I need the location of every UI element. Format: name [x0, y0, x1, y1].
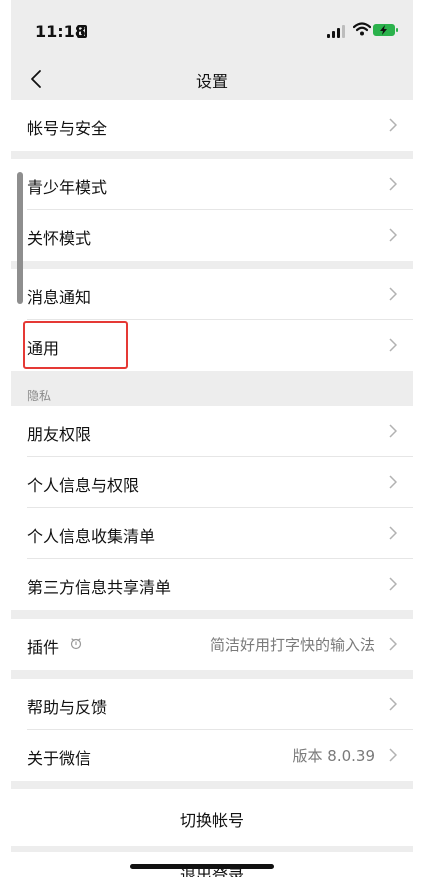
settings-row-teen-mode[interactable]: 青少年模式	[11, 159, 413, 210]
chevron-right-icon	[389, 228, 397, 242]
row-label: 关怀模式	[27, 229, 92, 248]
home-indicator	[130, 864, 274, 869]
row-label: 个人信息收集清单	[27, 527, 156, 546]
row-label: 第三方信息共享清单	[27, 578, 172, 597]
switch-account-button[interactable]: 切换帐号	[11, 789, 413, 846]
chevron-right-icon	[389, 338, 397, 352]
navigation-bar: 设置	[11, 60, 413, 100]
settings-row-plugins[interactable]: 插件 简洁好用打字快的输入法	[11, 619, 413, 670]
chevron-right-icon	[389, 475, 397, 489]
row-label: 朋友权限	[27, 425, 92, 444]
row-label: 个人信息与权限	[27, 476, 140, 495]
help-group: 帮助与反馈 关于微信 版本 8.0.39	[11, 679, 413, 781]
chevron-right-icon	[389, 287, 397, 301]
version-value: 版本 8.0.39	[292, 747, 375, 765]
battery-charging-icon	[373, 24, 398, 36]
row-value: 简洁好用打字快的输入法	[209, 636, 375, 654]
chevron-right-icon	[389, 637, 397, 651]
highlight-annotation	[23, 321, 128, 369]
settings-row-third-party-sharing[interactable]: 第三方信息共享清单	[11, 559, 413, 610]
chevron-right-icon	[389, 748, 397, 762]
status-bar: 11:18	[11, 0, 413, 60]
sim-card-icon	[77, 25, 87, 38]
chevron-right-icon	[389, 526, 397, 540]
cellular-signal-icon	[327, 24, 347, 38]
row-label: 帐号与安全	[27, 119, 108, 138]
settings-row-personal-info-permissions[interactable]: 个人信息与权限	[11, 457, 413, 508]
row-label: 插件	[27, 638, 60, 657]
settings-row-help-feedback[interactable]: 帮助与反馈	[11, 679, 413, 730]
plugins-group: 插件 简洁好用打字快的输入法	[11, 619, 413, 670]
scroll-indicator	[17, 172, 23, 304]
row-label: 消息通知	[27, 288, 92, 307]
settings-row-care-mode[interactable]: 关怀模式	[11, 210, 413, 261]
account-group: 帐号与安全	[11, 100, 413, 151]
page-title: 设置	[195, 72, 228, 91]
row-label: 青少年模式	[27, 178, 108, 197]
switch-account-label: 切换帐号	[179, 811, 244, 830]
settings-row-about-wechat[interactable]: 关于微信 版本 8.0.39	[11, 730, 413, 781]
settings-screen: 11:18 设置 帐号与安全 青少年模式 关怀模式 消息通知 通用 隐私 朋友权…	[11, 0, 413, 877]
chevron-right-icon	[389, 577, 397, 591]
row-label: 关于微信	[27, 749, 92, 768]
modes-group: 青少年模式 关怀模式	[11, 159, 413, 261]
chevron-right-icon	[389, 697, 397, 711]
chevron-right-icon	[389, 177, 397, 191]
settings-row-notifications[interactable]: 消息通知	[11, 269, 413, 320]
settings-row-friend-permissions[interactable]: 朋友权限	[11, 406, 413, 457]
chevron-right-icon	[389, 424, 397, 438]
row-label: 帮助与反馈	[27, 698, 108, 717]
settings-row-personal-info-collection[interactable]: 个人信息收集清单	[11, 508, 413, 559]
plugin-badge-icon	[70, 638, 82, 650]
privacy-group: 朋友权限 个人信息与权限 个人信息收集清单 第三方信息共享清单	[11, 406, 413, 610]
settings-row-account-security[interactable]: 帐号与安全	[11, 100, 413, 151]
wifi-icon	[353, 22, 371, 36]
section-header-privacy: 隐私	[27, 389, 52, 403]
chevron-right-icon	[389, 118, 397, 132]
